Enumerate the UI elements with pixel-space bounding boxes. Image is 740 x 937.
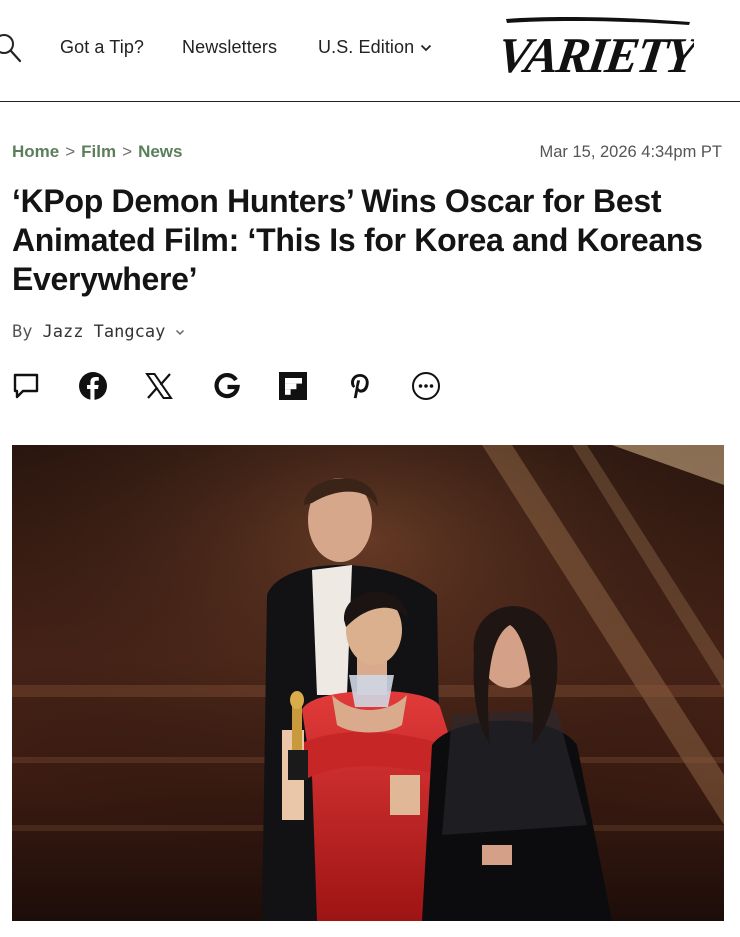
got-a-tip-link[interactable]: Got a Tip? <box>60 37 144 58</box>
edition-label: U.S. Edition <box>318 37 415 57</box>
flipboard-icon[interactable] <box>278 370 308 402</box>
breadcrumb-home[interactable]: Home <box>12 142 59 162</box>
chevron-down-icon[interactable] <box>175 329 185 336</box>
google-icon[interactable] <box>212 370 242 402</box>
site-header: Got a Tip? Newsletters U.S. Edition VARI… <box>0 0 740 102</box>
breadcrumb-separator: > <box>122 142 133 161</box>
chevron-down-icon <box>421 44 432 51</box>
breadcrumb-film[interactable]: Film <box>81 142 116 162</box>
comment-icon[interactable] <box>11 370 41 402</box>
publish-timestamp: Mar 15, 2026 4:34pm PT <box>539 143 722 161</box>
facebook-icon[interactable] <box>78 370 108 402</box>
article-title: ‘KPop Demon Hunters’ Wins Oscar for Best… <box>12 183 703 297</box>
breadcrumb-separator: > <box>65 142 76 161</box>
hero-image <box>12 445 724 921</box>
search-icon[interactable] <box>0 30 24 64</box>
byline: By Jazz Tangcay <box>12 322 185 342</box>
newsletters-link[interactable]: Newsletters <box>182 37 277 58</box>
x-icon[interactable] <box>144 370 174 402</box>
pinterest-icon[interactable] <box>345 370 375 402</box>
byline-prefix: By <box>12 322 33 342</box>
edition-selector[interactable]: U.S. Edition <box>318 37 432 58</box>
variety-logo[interactable]: VARIETY <box>494 14 694 78</box>
breadcrumb: Home > Film > News <box>12 142 182 162</box>
breadcrumb-news[interactable]: News <box>138 142 182 162</box>
author-link[interactable]: Jazz Tangcay <box>42 322 165 342</box>
svg-text:VARIETY: VARIETY <box>494 27 694 78</box>
more-icon[interactable] <box>411 370 441 402</box>
